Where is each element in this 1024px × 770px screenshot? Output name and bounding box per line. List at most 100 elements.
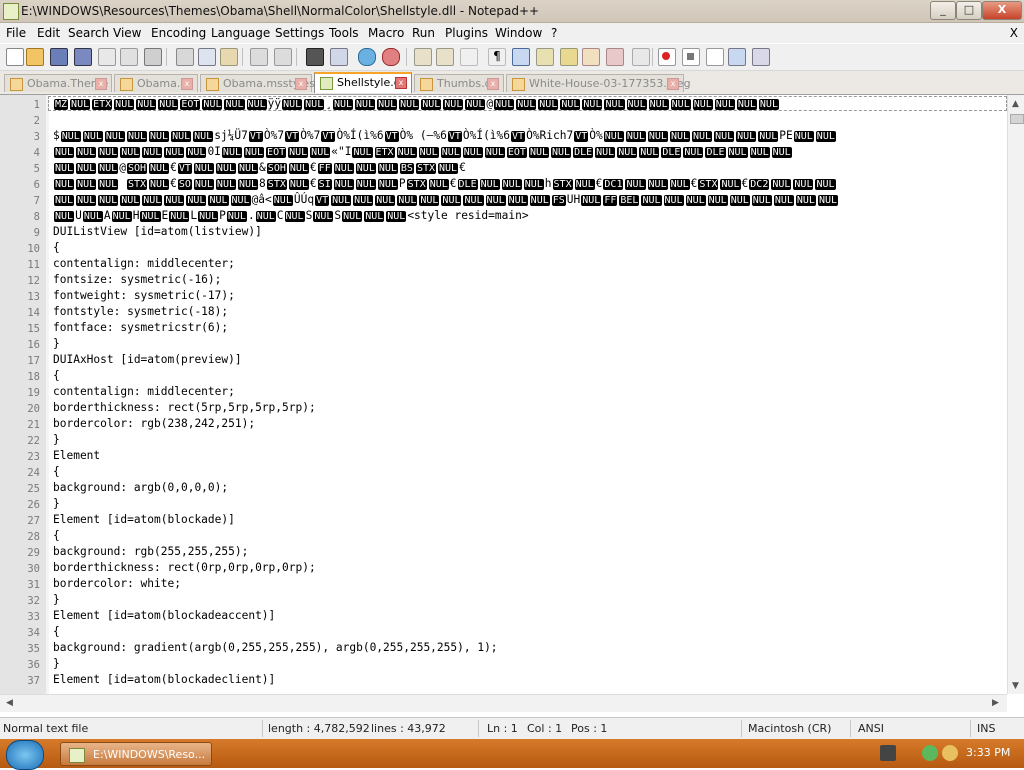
control-char-token: NUL — [126, 131, 147, 142]
control-char-token: NUL — [158, 99, 179, 110]
scroll-left-icon[interactable]: ◀ — [6, 698, 13, 708]
replace-icon[interactable] — [330, 48, 348, 66]
copy-icon[interactable] — [198, 48, 216, 66]
scroll-right-icon[interactable]: ▶ — [992, 698, 999, 708]
run-macro-multiple-icon[interactable] — [728, 48, 746, 66]
line-number: 13 — [27, 291, 40, 303]
tab-white-house-jpeg[interactable]: White-House-03-177353.jpeg x — [506, 74, 691, 92]
notepad-plus-plus-icon — [69, 748, 85, 763]
minimize-button[interactable]: _ — [930, 1, 956, 20]
toolbar-separator — [242, 48, 243, 66]
menu-window[interactable]: Window — [495, 26, 542, 40]
user-defined-language-icon[interactable] — [536, 48, 554, 66]
function-list-icon[interactable] — [560, 48, 578, 66]
close-document-x[interactable]: X — [1010, 26, 1018, 40]
text-segment: fontstyle: sysmetric(-18); — [53, 305, 229, 318]
taskbar-notepad-button[interactable]: E:\WINDOWS\Reso... — [60, 742, 212, 766]
show-all-chars-icon[interactable]: ¶ — [488, 48, 506, 66]
toolbar-separator — [166, 48, 167, 66]
text-editor[interactable]: 1 MZ NUL ETX NUL NUL NUL EOT NUL NUL NUL ÿÿ NUL NUL ¸ N… — [0, 95, 1007, 694]
play-macro-icon[interactable] — [706, 48, 724, 66]
control-char-token: NUL — [140, 211, 161, 222]
text-segment: Ò%7 — [263, 129, 285, 142]
doc-map-icon[interactable] — [632, 48, 650, 66]
menu-settings[interactable]: Settings — [275, 26, 324, 40]
menu-macro[interactable]: Macro — [368, 26, 404, 40]
cut-icon[interactable] — [176, 48, 194, 66]
sync-vertical-icon[interactable] — [414, 48, 432, 66]
scroll-up-icon[interactable]: ▲ — [1012, 99, 1019, 109]
tab-obama-msstyles[interactable]: Obama.msstyles x — [200, 74, 315, 92]
start-button[interactable] — [6, 740, 44, 770]
open-file-icon[interactable] — [26, 48, 44, 66]
title-bar[interactable]: E:\WINDOWS\Resources\Themes\Obama\Shell\… — [0, 0, 1024, 23]
keyboard-icon[interactable] — [880, 745, 896, 761]
record-macro-icon[interactable] — [658, 48, 676, 66]
redo-icon[interactable] — [274, 48, 292, 66]
taskbar-clock[interactable]: 3:33 PM — [966, 746, 1010, 759]
text-segment: background: gradient(argb(0,255,255,255)… — [53, 641, 498, 654]
undo-icon[interactable] — [250, 48, 268, 66]
control-char-token: VT — [447, 131, 462, 142]
word-wrap-icon[interactable] — [460, 48, 478, 66]
horizontal-scrollbar[interactable]: ◀ ▶ — [0, 694, 1007, 712]
vertical-scrollbar[interactable]: ▲ ▼ — [1007, 95, 1024, 694]
line-number: 35 — [27, 643, 40, 655]
close-tab-icon[interactable]: x — [295, 78, 307, 90]
menu-plugins[interactable]: Plugins — [445, 26, 488, 40]
text-segment: . — [247, 209, 255, 222]
monitor-icon[interactable] — [606, 48, 624, 66]
line-number: 23 — [27, 451, 40, 463]
sync-horizontal-icon[interactable] — [436, 48, 454, 66]
close-tab-icon[interactable]: x — [181, 78, 193, 90]
text-segment: DUIListView [id=atom(listview)] — [53, 225, 262, 238]
save-all-icon[interactable] — [74, 48, 92, 66]
menu-edit[interactable]: Edit — [37, 26, 60, 40]
line-number: 34 — [27, 627, 40, 639]
close-icon[interactable] — [98, 48, 116, 66]
code-line: MZ NUL ETX NUL NUL NUL EOT NUL NUL NUL ÿÿ NUL NUL ¸ NU… — [53, 97, 780, 110]
menu-run[interactable]: Run — [412, 26, 435, 40]
maximize-button[interactable]: □ — [956, 1, 982, 20]
network-icon[interactable] — [922, 745, 938, 761]
scroll-thumb[interactable] — [1010, 114, 1024, 124]
scroll-down-icon[interactable]: ▼ — [1012, 681, 1019, 691]
line-number: 27 — [27, 515, 40, 527]
tab-obama-theme[interactable]: Obama.Theme x — [4, 74, 112, 92]
control-char-token: NUL — [352, 147, 373, 158]
menu-encoding[interactable]: Encoding — [151, 26, 206, 40]
tab-bar: Obama.Theme x Obama.ici x Obama.msstyles… — [0, 71, 1024, 95]
save-macro-icon[interactable] — [752, 48, 770, 66]
control-char-token: NUL — [224, 99, 245, 110]
find-icon[interactable] — [306, 48, 324, 66]
close-tab-icon[interactable]: x — [395, 77, 407, 89]
paste-icon[interactable] — [220, 48, 238, 66]
menu-search[interactable]: Search — [68, 26, 109, 40]
volume-icon[interactable] — [942, 745, 958, 761]
close-tab-icon[interactable]: x — [487, 78, 499, 90]
tab-thumbs-db[interactable]: Thumbs.db x — [414, 74, 504, 92]
close-tab-icon[interactable]: x — [667, 78, 679, 90]
new-file-icon[interactable] — [6, 48, 24, 66]
close-window-button[interactable]: X — [982, 1, 1022, 20]
line-number: 4 — [33, 147, 40, 159]
indent-guide-icon[interactable] — [512, 48, 530, 66]
menu-help[interactable]: ? — [551, 26, 557, 40]
menu-language[interactable]: Language — [211, 26, 270, 40]
menu-tools[interactable]: Tools — [329, 26, 359, 40]
menu-file[interactable]: File — [6, 26, 26, 40]
save-icon[interactable] — [50, 48, 68, 66]
print-icon[interactable] — [144, 48, 162, 66]
control-char-token: NUL — [462, 147, 483, 158]
folder-workspace-icon[interactable] — [582, 48, 600, 66]
text-segment: ¸ — [325, 97, 332, 110]
menu-view[interactable]: View — [113, 26, 141, 40]
tab-obama-ici[interactable]: Obama.ici x — [114, 74, 198, 92]
tab-shellstyle-dll[interactable]: Shellstyle.dll x — [314, 72, 412, 93]
close-tab-icon[interactable]: x — [95, 78, 107, 90]
zoom-out-icon[interactable] — [382, 48, 400, 66]
text-segment: Element [id=atom(blockade)] — [53, 513, 235, 526]
zoom-in-icon[interactable] — [358, 48, 376, 66]
close-all-icon[interactable] — [120, 48, 138, 66]
stop-macro-icon[interactable] — [682, 48, 700, 66]
